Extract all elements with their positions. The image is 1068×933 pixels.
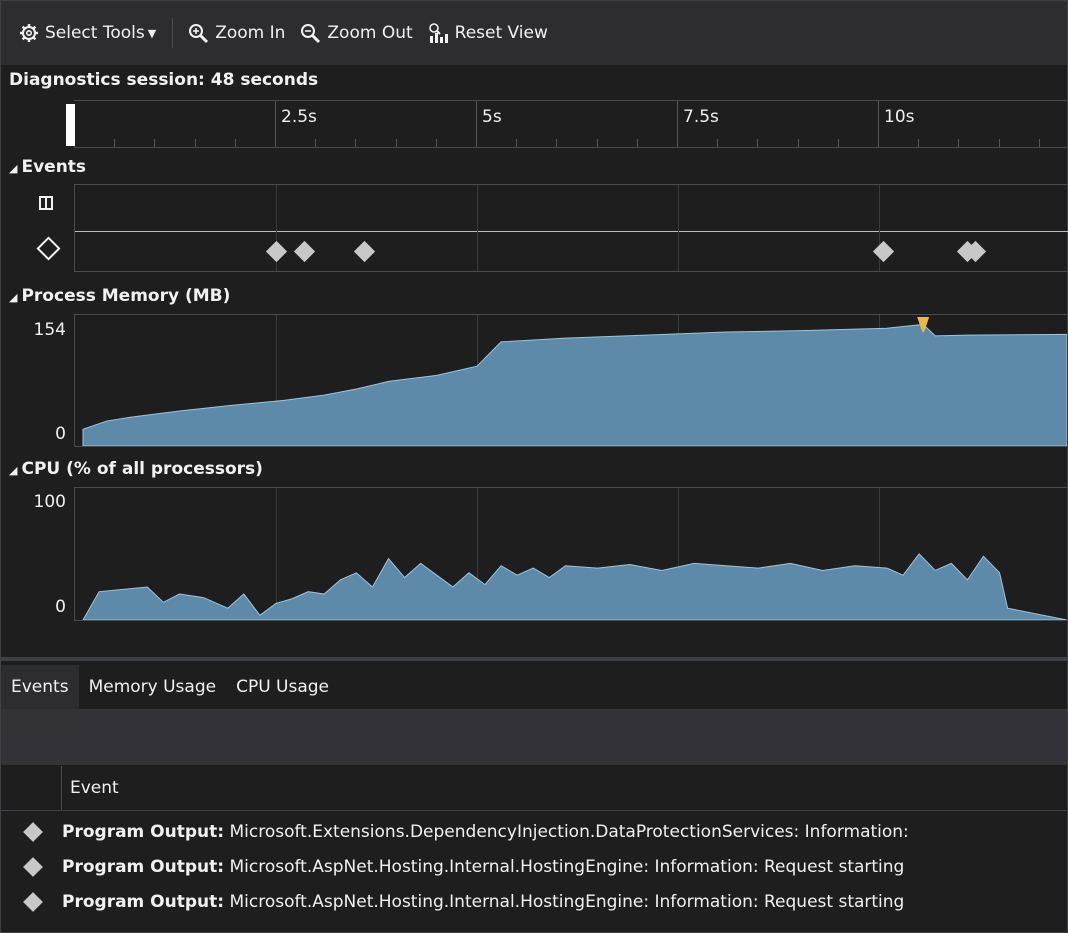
time-ruler[interactable]: 2.5s 5s 7.5s 10s [74, 100, 1068, 148]
ruler-minor-tick [757, 139, 759, 147]
table-row[interactable]: Program Output: Microsoft.Extensions.Dep… [1, 815, 1067, 849]
ruler-minor-tick [516, 139, 518, 147]
ruler-minor-tick [435, 139, 437, 147]
ruler-major-tick [476, 101, 477, 147]
events-track-divider [75, 231, 1068, 232]
select-tools-label: Select Tools [45, 23, 145, 43]
memory-y-max: 154 [33, 320, 66, 340]
ruler-minor-tick [194, 139, 196, 147]
event-diamond[interactable] [294, 240, 316, 263]
row-text: Microsoft.AspNet.Hosting.Internal.Hostin… [229, 892, 905, 912]
event-diamond[interactable] [265, 240, 288, 263]
row-kind: Program Output: [62, 857, 225, 877]
pause-icon [39, 196, 53, 210]
tab-events[interactable]: Events [1, 665, 79, 709]
row-text: Microsoft.AspNet.Hosting.Internal.Hostin… [229, 857, 905, 877]
pane-splitter[interactable] [1, 657, 1067, 661]
events-section-label: Events [21, 157, 87, 177]
ruler-minor-tick [958, 139, 960, 147]
ruler-minor-tick [234, 139, 236, 147]
toolbar: Select Tools ▼ Zoom In Zoom Out Reset Vi… [1, 1, 1067, 65]
collapse-triangle-icon: ◢ [9, 464, 18, 477]
ruler-minor-tick [315, 139, 317, 147]
ruler-minor-tick [596, 139, 598, 147]
details-tabs: Events Memory Usage CPU Usage [1, 665, 1067, 709]
zoom-out-label: Zoom Out [327, 23, 413, 43]
ruler-minor-tick [556, 139, 558, 147]
diamond-icon [23, 857, 43, 877]
zoom-out-button[interactable]: Zoom Out [299, 23, 413, 43]
events-section-header[interactable]: ◢ Events [9, 157, 86, 177]
tab-cpu-usage[interactable]: CPU Usage [226, 665, 339, 709]
gear-icon [20, 24, 38, 42]
row-text: Microsoft.Extensions.DependencyInjection… [229, 822, 909, 842]
cpu-section-header[interactable]: ◢ CPU (% of all processors) [9, 459, 263, 479]
cpu-panel-plot [82, 553, 1067, 620]
event-diamond[interactable] [354, 240, 376, 263]
events-filter-bar [1, 709, 1067, 765]
ruler-major-tick [275, 101, 276, 147]
zoom-in-button[interactable]: Zoom In [187, 23, 285, 43]
event-diamond[interactable] [872, 240, 895, 263]
ruler-major-tick [677, 101, 678, 147]
gridline [477, 185, 478, 271]
events-track[interactable] [74, 184, 1068, 272]
gridline [678, 185, 679, 271]
ruler-tick-label: 2.5s [281, 107, 317, 127]
collapse-triangle-icon: ◢ [9, 162, 18, 175]
events-table-header: Event [1, 766, 1067, 811]
ruler-start-marker[interactable] [66, 104, 75, 146]
zoom-in-label: Zoom In [215, 23, 286, 43]
memory-panel-plot [82, 317, 1067, 446]
toolbar-separator [172, 18, 174, 48]
ruler-minor-tick [636, 139, 638, 147]
series-area [82, 323, 1067, 446]
cpu-section-label: CPU (% of all processors) [21, 459, 263, 479]
zoom-in-icon [189, 24, 209, 43]
diamond-icon [23, 892, 43, 912]
zoom-out-icon [301, 24, 321, 43]
diamond-icon [23, 822, 43, 842]
ruler-minor-tick [395, 139, 397, 147]
table-row[interactable]: Program Output: Microsoft.AspNet.Hosting… [1, 850, 1067, 884]
ruler-tick-label: 7.5s [683, 107, 719, 127]
ruler-tick-label: 10s [884, 107, 915, 127]
session-label: Diagnostics session: 48 seconds [9, 70, 319, 90]
ruler-minor-tick [998, 139, 1000, 147]
cpu-chart[interactable] [74, 487, 1068, 621]
cpu-y-max: 100 [33, 492, 66, 512]
ruler-tick-label: 5s [482, 107, 502, 127]
ruler-minor-tick [355, 139, 357, 147]
series-area [82, 553, 1067, 620]
memory-section-header[interactable]: ◢ Process Memory (MB) [9, 286, 230, 306]
memory-chart[interactable] [74, 314, 1068, 447]
ruler-minor-tick [797, 139, 799, 147]
reset-view-button[interactable]: Reset View [427, 22, 548, 44]
memory-section-label: Process Memory (MB) [21, 286, 231, 306]
row-kind: Program Output: [62, 892, 225, 912]
table-row[interactable]: Program Output: Microsoft.AspNet.Hosting… [1, 885, 1067, 919]
ruler-minor-tick [1038, 139, 1040, 147]
reset-view-label: Reset View [454, 23, 548, 43]
reset-view-icon [428, 23, 448, 43]
row-kind: Program Output: [62, 822, 225, 842]
ruler-minor-tick [837, 139, 839, 147]
tab-memory-usage[interactable]: Memory Usage [79, 665, 227, 709]
ruler-minor-tick [918, 139, 920, 147]
event-column-header[interactable]: Event [61, 766, 119, 810]
ruler-major-tick [878, 101, 879, 147]
memory-y-min: 0 [55, 424, 66, 444]
ruler-minor-tick [154, 139, 156, 147]
ruler-minor-tick [717, 139, 719, 147]
ruler-minor-tick [114, 139, 116, 147]
caret-down-icon: ▼ [147, 26, 157, 40]
collapse-triangle-icon: ◢ [9, 291, 18, 304]
cpu-y-min: 0 [55, 597, 66, 617]
select-tools-button[interactable]: Select Tools ▼ [19, 23, 156, 43]
